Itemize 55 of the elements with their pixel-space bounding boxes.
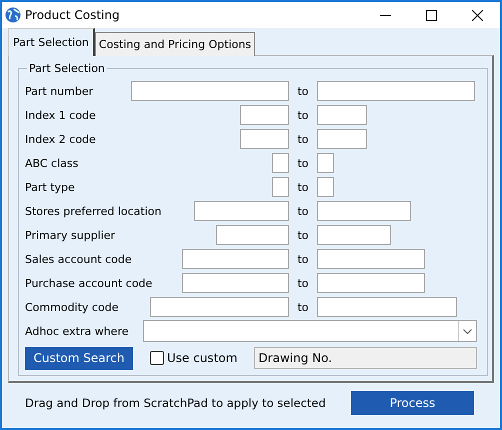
checkbox[interactable] — [150, 351, 164, 365]
input-field[interactable] — [182, 273, 289, 293]
input-field[interactable] — [317, 225, 391, 245]
process-button[interactable]: Process — [351, 391, 474, 415]
range-separator: to — [296, 108, 310, 122]
close-icon — [472, 10, 482, 20]
field-label: Part type — [25, 180, 75, 194]
input-field[interactable] — [272, 153, 289, 173]
range-separator: to — [296, 228, 310, 242]
hint-text: Drag and Drop from ScratchPad to apply to selected — [25, 396, 326, 410]
input-field[interactable] — [240, 105, 289, 125]
caret-icon — [463, 328, 472, 334]
field-label: ABC class — [25, 156, 78, 170]
input-field[interactable] — [317, 201, 411, 221]
input-field[interactable] — [216, 225, 289, 245]
input-field[interactable] — [150, 297, 289, 317]
input-field[interactable] — [317, 153, 334, 173]
field-label: Adhoc extra where — [25, 324, 129, 338]
field-label: Sales account code — [25, 252, 132, 266]
input-field[interactable] — [272, 177, 289, 197]
input-field[interactable] — [240, 129, 289, 149]
range-separator: to — [296, 180, 310, 194]
checkbox-label: Use custom — [167, 351, 238, 365]
input-field[interactable] — [317, 129, 367, 149]
range-separator: to — [296, 300, 310, 314]
range-separator: to — [296, 84, 310, 98]
field-label: Stores preferred location — [25, 204, 162, 218]
maximize-icon — [426, 10, 436, 20]
input-field[interactable] — [317, 297, 457, 317]
tab[interactable]: Part Selection — [8, 28, 95, 56]
input-field[interactable] — [194, 201, 289, 221]
input-field[interactable] — [317, 273, 425, 293]
input-field[interactable] — [182, 249, 289, 269]
tab[interactable]: Costing and Pricing Options — [94, 32, 256, 56]
range-separator: to — [296, 252, 310, 266]
input-field[interactable] — [317, 105, 367, 125]
input-field[interactable] — [131, 81, 289, 101]
range-separator: to — [296, 156, 310, 170]
range-separator: to — [296, 132, 310, 146]
range-separator: to — [296, 204, 310, 218]
window-title: Product Costing — [25, 8, 121, 22]
field-label: Part number — [25, 84, 94, 98]
custom-search-button[interactable]: Custom Search — [25, 346, 133, 370]
dropdown-field[interactable] — [143, 320, 478, 342]
group-title: Part Selection — [28, 62, 106, 75]
input-field[interactable] — [317, 81, 475, 101]
field-label: Index 2 code — [25, 132, 96, 146]
range-separator: to — [296, 276, 310, 290]
field-label: Index 1 code — [25, 108, 96, 122]
input-field[interactable] — [317, 177, 334, 197]
input-field[interactable] — [317, 249, 425, 269]
field-label: Purchase account code — [25, 276, 152, 290]
field-label: Commodity code — [25, 300, 118, 314]
globe-icon — [5, 7, 21, 23]
field-label: Primary supplier — [25, 228, 116, 242]
